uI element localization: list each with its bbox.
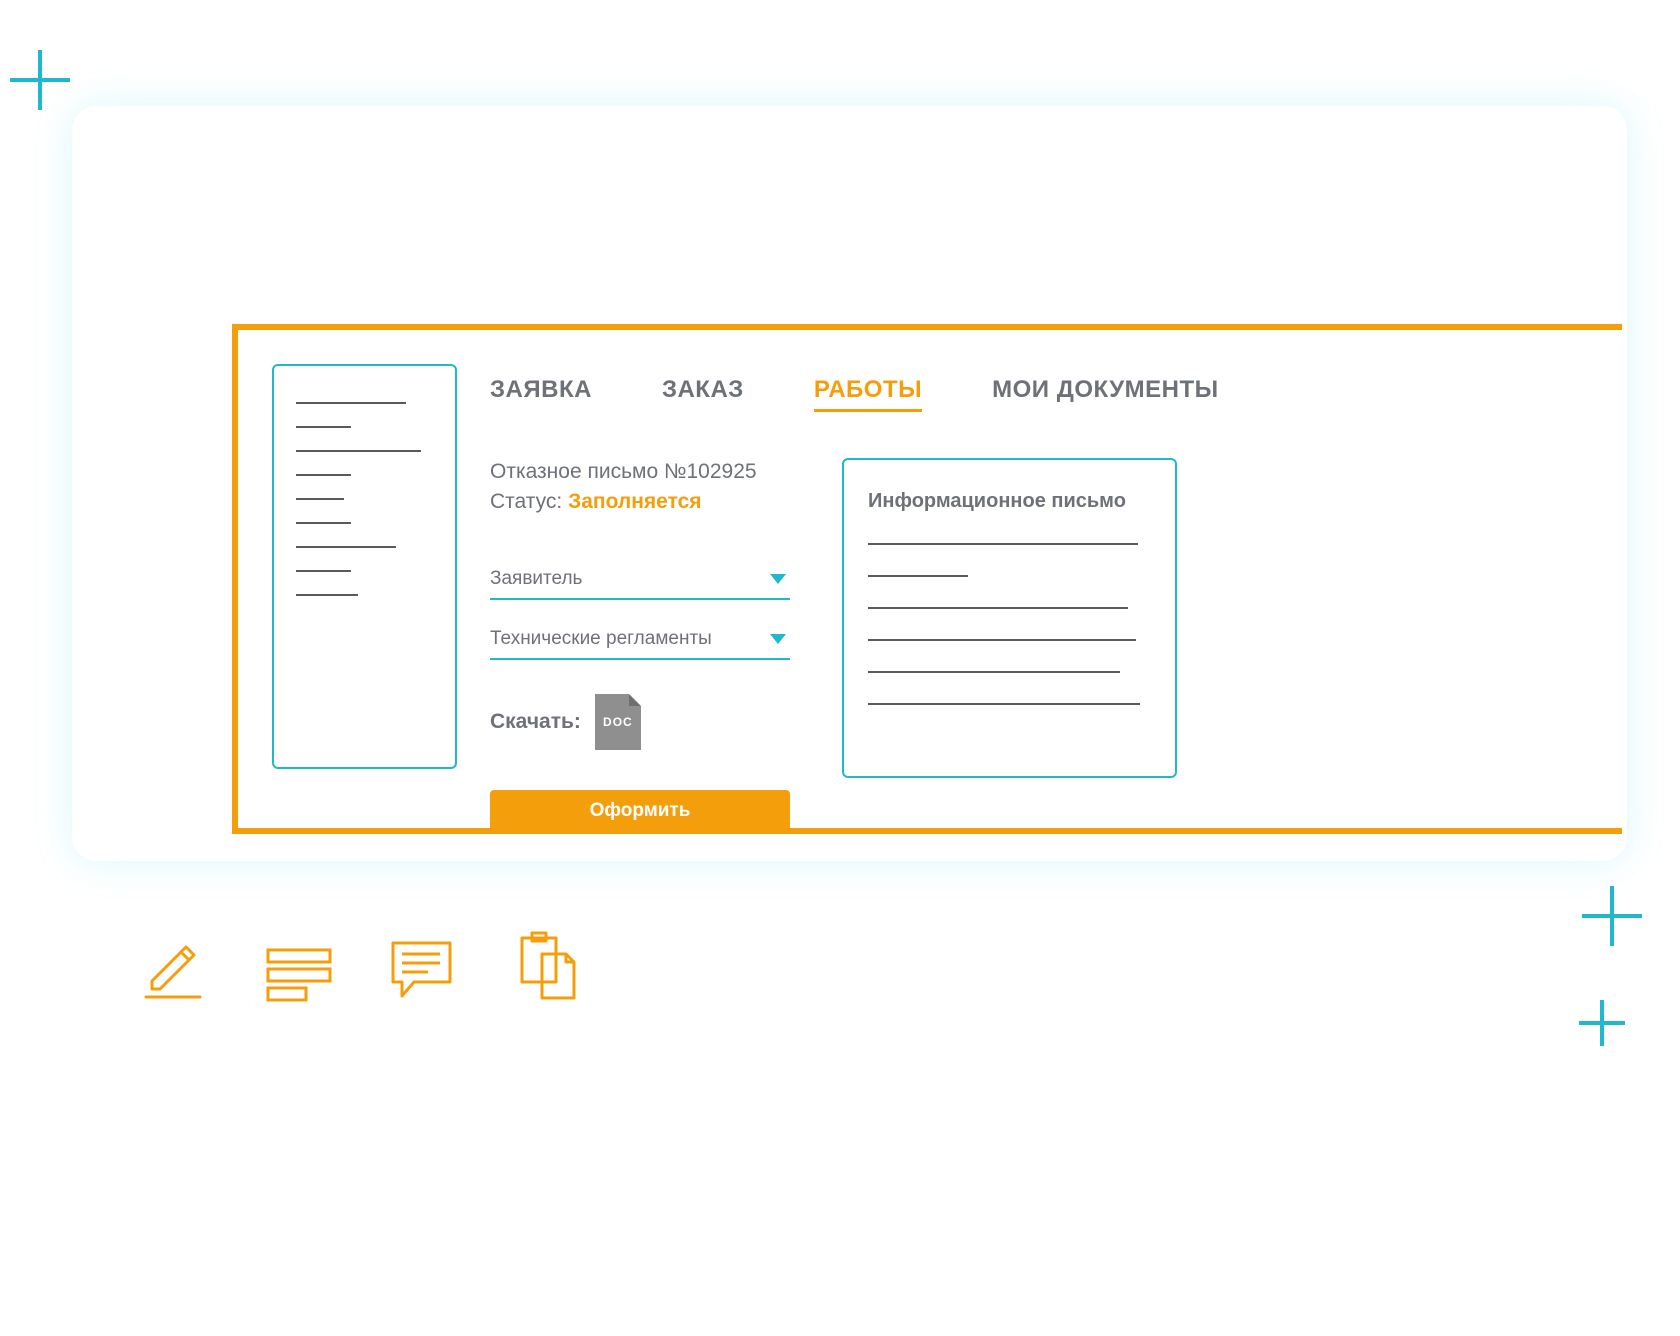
- chevron-down-icon: [770, 634, 786, 644]
- tab-order[interactable]: ЗАКАЗ: [662, 376, 744, 404]
- info-line: [868, 703, 1140, 705]
- pencil-icon[interactable]: [140, 934, 210, 1004]
- sidebar-item[interactable]: [296, 498, 344, 500]
- sidebar-item[interactable]: [296, 402, 406, 404]
- sidebar-list: [272, 364, 457, 769]
- sidebar-item[interactable]: [296, 594, 358, 596]
- info-line: [868, 543, 1138, 545]
- sidebar-item[interactable]: [296, 522, 351, 524]
- applicant-select-label: Заявитель: [490, 568, 582, 590]
- download-doc-button[interactable]: DOC: [595, 694, 641, 750]
- list-icon[interactable]: [264, 944, 334, 1004]
- sidebar-item[interactable]: [296, 570, 351, 572]
- sidebar-item[interactable]: [296, 474, 351, 476]
- status-value: Заполняется: [568, 490, 701, 513]
- sidebar-item[interactable]: [296, 426, 351, 428]
- info-panel-title: Информационное письмо: [868, 490, 1151, 513]
- app-card: ЗАЯВКА ЗАКАЗ РАБОТЫ МОИ ДОКУМЕНТЫ Отказн…: [72, 106, 1627, 861]
- plus-decoration-r2: [1579, 1000, 1625, 1046]
- status-label: Статус:: [490, 490, 562, 513]
- submit-button[interactable]: Оформить: [490, 790, 790, 832]
- info-line: [868, 575, 968, 577]
- info-panel: Информационное письмо: [842, 458, 1177, 778]
- sidebar-item[interactable]: [296, 546, 396, 548]
- plus-decoration-r1: [1582, 886, 1642, 946]
- bottom-toolbar: [140, 930, 582, 1004]
- copy-icon[interactable]: [512, 930, 582, 1004]
- info-line: [868, 671, 1120, 673]
- applicant-select[interactable]: Заявитель: [490, 562, 790, 600]
- chat-icon[interactable]: [388, 938, 458, 1004]
- tech-regs-select-label: Технические регламенты: [490, 628, 712, 650]
- info-line: [868, 639, 1136, 641]
- chevron-down-icon: [770, 574, 786, 584]
- download-label: Скачать:: [490, 710, 581, 734]
- doc-format-label: DOC: [603, 715, 633, 729]
- info-line: [868, 607, 1128, 609]
- tech-regs-select[interactable]: Технические регламенты: [490, 622, 790, 660]
- tab-my-documents[interactable]: МОИ ДОКУМЕНТЫ: [992, 376, 1219, 404]
- tab-application[interactable]: ЗАЯВКА: [490, 376, 592, 404]
- sidebar-item[interactable]: [296, 450, 421, 452]
- plus-decoration-tl: [10, 50, 70, 110]
- tabs-row: ЗАЯВКА ЗАКАЗ РАБОТЫ МОИ ДОКУМЕНТЫ: [490, 376, 1210, 404]
- info-panel-lines: [868, 543, 1151, 705]
- tab-works[interactable]: РАБОТЫ: [814, 376, 922, 404]
